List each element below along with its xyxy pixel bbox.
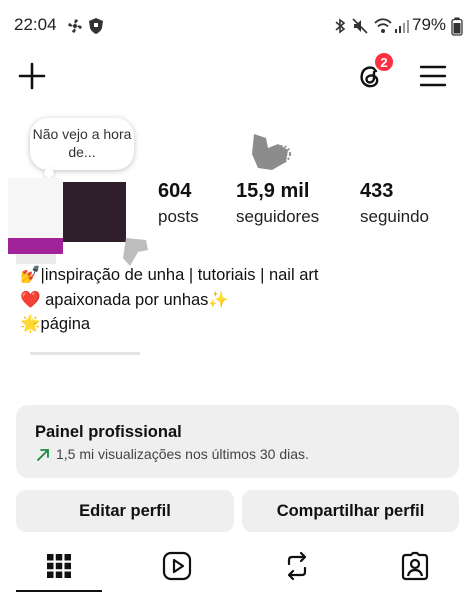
reels-icon xyxy=(162,551,192,580)
bio-line: 💅|inspiração de unha | tutoriais | nail … xyxy=(20,266,318,285)
bio-line: 🌟página xyxy=(20,315,90,334)
bio-text: |inspiração de unha | tutoriais | nail a… xyxy=(40,266,319,284)
stat-followers-label: seguidores xyxy=(236,207,320,226)
bio-text: página xyxy=(40,315,91,333)
dashboard-subtitle: 1,5 mi visualizações nos últimos 30 dias… xyxy=(56,446,309,462)
grid-icon xyxy=(47,553,71,578)
tab-tagged[interactable] xyxy=(356,543,474,588)
menu-button[interactable] xyxy=(415,58,451,94)
note-bubble-tail xyxy=(44,168,54,178)
stat-posts[interactable]: 604 posts xyxy=(158,180,199,227)
tab-reposts[interactable] xyxy=(238,543,356,588)
create-button[interactable] xyxy=(14,58,50,94)
trend-up-icon xyxy=(37,449,49,461)
reposts-icon xyxy=(287,551,307,580)
redacted-link xyxy=(30,352,140,355)
stat-following-value: 433 xyxy=(360,180,394,202)
threads-badge: 2 xyxy=(373,51,395,73)
nail-polish-emoji: 💅 xyxy=(20,266,41,284)
mute-icon xyxy=(352,18,368,34)
share-profile-button[interactable]: Compartilhar perfil xyxy=(242,490,459,532)
stat-followers[interactable]: 15,9 mil seguidores xyxy=(236,180,319,227)
dashboard-title: Painel profissional xyxy=(35,423,182,441)
status-bar: 22:04 79% xyxy=(0,0,475,52)
battery-icon xyxy=(451,17,463,36)
stat-followers-value: 15,9 mil xyxy=(236,180,310,202)
bluetooth-icon xyxy=(335,18,346,34)
profile-sticker xyxy=(252,134,291,170)
shield-icon xyxy=(89,18,103,34)
bio-text: apaixonada por unhas✨ xyxy=(40,291,229,309)
note-bubble[interactable]: Não vejo a hora de... xyxy=(30,118,134,170)
tab-reels[interactable] xyxy=(118,543,236,588)
stat-following[interactable]: 433 seguindo xyxy=(360,180,429,227)
bio-line: ❤️ apaixonada por unhas✨ xyxy=(20,291,229,310)
edit-profile-button[interactable]: Editar perfil xyxy=(16,490,234,532)
stat-following-label: seguindo xyxy=(360,207,430,226)
hamburger-menu-icon xyxy=(419,65,447,87)
active-tab-indicator xyxy=(16,590,102,592)
stat-posts-value: 604 xyxy=(158,180,192,202)
tab-grid[interactable] xyxy=(0,543,118,588)
status-time: 22:04 xyxy=(14,15,57,34)
fan-icon xyxy=(68,19,82,33)
battery-percent: 79% xyxy=(412,15,447,34)
tagged-icon xyxy=(401,551,429,580)
heart-emoji: ❤️ xyxy=(20,291,41,309)
stat-posts-label: posts xyxy=(158,207,199,226)
wifi-icon xyxy=(374,18,392,33)
plus-icon xyxy=(18,62,46,90)
signal-icon xyxy=(395,20,409,33)
avatar[interactable] xyxy=(8,178,153,268)
star-emoji: 🌟 xyxy=(20,315,41,333)
